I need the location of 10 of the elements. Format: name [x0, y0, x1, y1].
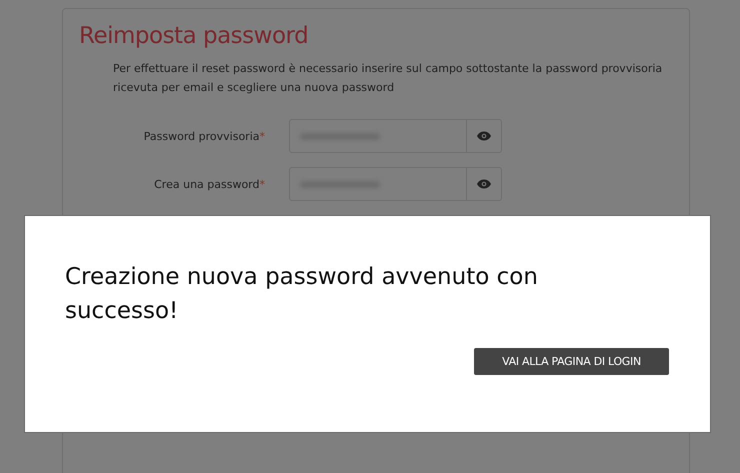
field-label: Crea una password* — [153, 178, 266, 190]
eye-icon — [477, 131, 491, 141]
success-message: Creazione nuova password avvenuto con successo! — [65, 263, 539, 326]
password-field[interactable] — [289, 167, 502, 201]
page-title: Reimposta password — [79, 23, 310, 49]
field-label: Password provvisoria* — [142, 130, 266, 142]
password-field[interactable] — [289, 119, 502, 153]
eye-icon — [477, 179, 491, 189]
description-text: Per effettuare il reset password è necessario inserire sul campo sottostante la password provvisoria ricevuta per email e scegliere una nuova password — [113, 61, 664, 96]
login-button[interactable]: VAI ALLA PAGINA DI LOGIN — [474, 348, 669, 375]
